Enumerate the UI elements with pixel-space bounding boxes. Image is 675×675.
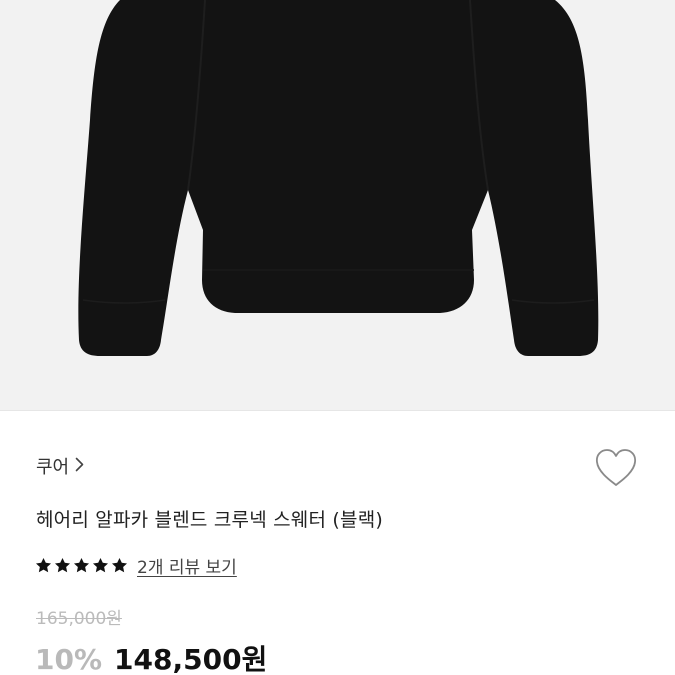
sale-price: 148,500원	[114, 643, 268, 675]
chevron-right-icon	[75, 456, 84, 477]
brand-name: 쿠어	[36, 457, 70, 478]
original-price: 165,000원	[36, 609, 122, 629]
sweater-illustration	[0, 0, 675, 410]
discount-rate: 10%	[35, 643, 103, 675]
star-icon	[92, 557, 109, 573]
section-divider	[0, 410, 675, 411]
product-image[interactable]	[0, 0, 675, 410]
star-icon	[73, 557, 90, 573]
wishlist-button[interactable]	[593, 447, 639, 491]
star-icon	[35, 557, 52, 573]
review-link[interactable]: 2개 리뷰 보기	[137, 553, 237, 578]
heart-outline-icon	[595, 449, 637, 486]
star-icon	[54, 557, 71, 573]
product-detail-page: 쿠어 헤어리 알파카 블렌드 크루넥 스웨터 (블랙) 2개 리뷰 보기 165…	[0, 0, 675, 675]
rating-row: 2개 리뷰 보기	[34, 553, 237, 578]
product-title: 헤어리 알파카 블렌드 크루넥 스웨터 (블랙)	[36, 509, 383, 531]
price-row: 10% 148,500원	[35, 638, 267, 675]
brand-link[interactable]: 쿠어	[36, 453, 84, 479]
star-icon	[111, 557, 128, 573]
star-rating	[34, 556, 129, 575]
